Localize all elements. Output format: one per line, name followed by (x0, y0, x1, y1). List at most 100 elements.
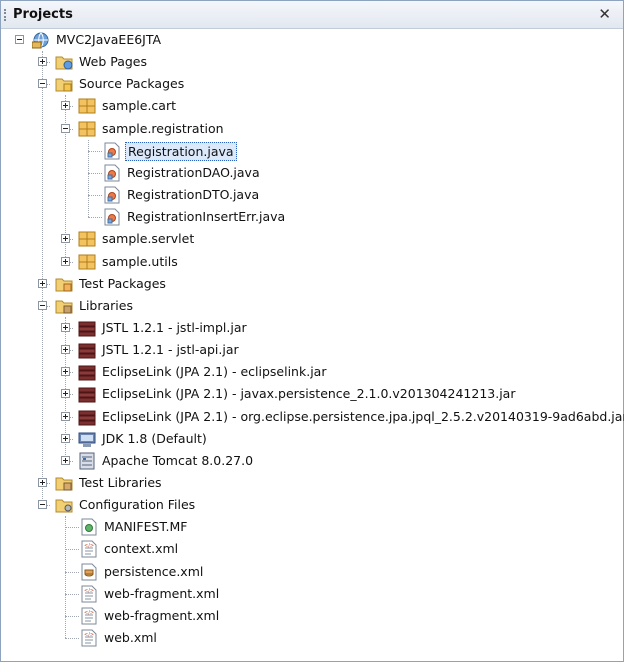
collapse-icon[interactable] (38, 500, 47, 510)
tree-branch-line (65, 527, 79, 529)
tree-item-label[interactable]: MVC2JavaEE6JTA (54, 31, 163, 48)
expand-icon[interactable] (38, 57, 47, 67)
tree-item-label[interactable]: Configuration Files (77, 496, 197, 513)
tree-branch-line (65, 549, 79, 551)
tree-item-label[interactable]: web-fragment.xml (102, 585, 221, 602)
manifest-file-icon (81, 518, 97, 536)
package-icon (78, 254, 96, 269)
tree-item-label[interactable]: Registration.java (125, 141, 237, 161)
tree-row[interactable]: </> web-fragment.xml (1, 605, 623, 627)
close-icon[interactable]: ✕ (598, 5, 611, 23)
drag-grip-icon[interactable] (4, 9, 7, 21)
tree-item-label[interactable]: Source Packages (77, 75, 186, 92)
tree-row[interactable]: sample.cart (1, 95, 623, 117)
tree-item-label[interactable]: sample.servlet (100, 230, 196, 247)
tree-item-label[interactable]: Web Pages (77, 53, 149, 70)
tree-item-label[interactable]: sample.utils (100, 253, 180, 270)
package-icon (78, 231, 96, 247)
expand-icon[interactable] (61, 455, 70, 465)
tree-item-label[interactable]: sample.registration (100, 120, 226, 137)
tree-row[interactable]: EclipseLink (JPA 2.1) - org.eclipse.pers… (1, 406, 624, 428)
xml-file-icon: </> (81, 540, 97, 558)
tree-item-label[interactable]: Libraries (77, 297, 135, 314)
expand-icon[interactable] (61, 367, 70, 377)
tree-row[interactable]: Configuration Files (1, 494, 623, 516)
tree-row[interactable]: sample.registration (1, 118, 623, 140)
collapse-icon[interactable] (38, 300, 47, 310)
expand-icon[interactable] (38, 478, 47, 487)
tree-row[interactable]: RegistrationInsertErr.java (1, 206, 623, 228)
tree-row[interactable]: Apache Tomcat 8.0.27.0 (1, 450, 623, 472)
tree-item-label[interactable]: context.xml (102, 540, 180, 557)
tree-row[interactable]: Test Libraries (1, 472, 623, 494)
jdk-icon (78, 432, 96, 447)
tree-row[interactable]: Source Packages (1, 73, 623, 95)
expand-icon[interactable] (61, 433, 70, 443)
package-icon (78, 121, 96, 137)
collapse-icon[interactable] (61, 123, 70, 133)
tree-branch-line (88, 195, 102, 197)
tree-item-label[interactable]: web-fragment.xml (102, 607, 221, 624)
tree-row[interactable]: </> context.xml (1, 538, 623, 560)
tree-item-label[interactable]: EclipseLink (JPA 2.1) - javax.persistenc… (100, 385, 517, 402)
tree-item-label[interactable]: JSTL 1.2.1 - jstl-impl.jar (100, 319, 249, 336)
test-packages-folder-icon (55, 278, 73, 292)
tree-item-label[interactable]: sample.cart (100, 97, 178, 114)
panel-title: Projects (13, 7, 73, 22)
tree-item-label[interactable]: EclipseLink (JPA 2.1) - eclipselink.jar (100, 363, 328, 380)
persistence-file-icon (81, 563, 97, 581)
xml-file-icon: </> (81, 629, 97, 647)
tree-item-label[interactable]: RegistrationInsertErr.java (125, 208, 287, 225)
expand-icon[interactable] (61, 256, 70, 266)
java-class-icon (104, 186, 120, 204)
tree-row[interactable]: MANIFEST.MF (1, 516, 623, 538)
tree-row[interactable]: </> web-fragment.xml (1, 583, 623, 605)
expand-icon[interactable] (61, 389, 70, 399)
server-icon (79, 452, 95, 470)
expand-icon[interactable] (61, 234, 70, 244)
tree-row[interactable]: MVC2JavaEE6JTA (1, 29, 623, 51)
collapse-icon[interactable] (15, 35, 24, 44)
tree-item-label[interactable]: Apache Tomcat 8.0.27.0 (100, 452, 255, 469)
expand-icon[interactable] (38, 278, 47, 288)
expand-icon[interactable] (61, 411, 70, 421)
tree-item-label[interactable]: web.xml (102, 629, 159, 646)
tree-row[interactable]: JSTL 1.2.1 - jstl-impl.jar (1, 317, 623, 339)
tree-row[interactable]: persistence.xml (1, 561, 623, 583)
tree-row[interactable]: JSTL 1.2.1 - jstl-api.jar (1, 339, 623, 361)
tree-row[interactable]: Libraries (1, 295, 623, 317)
tree-row[interactable]: </> web.xml (1, 627, 623, 649)
test-libraries-folder-icon (55, 477, 73, 491)
tree-item-label[interactable]: MANIFEST.MF (102, 518, 190, 535)
tree-row[interactable]: EclipseLink (JPA 2.1) - javax.persistenc… (1, 383, 623, 405)
tree-branch-line (65, 593, 79, 595)
tree-row[interactable]: Web Pages (1, 51, 623, 73)
projects-panel: Projects ✕ MVC2JavaEE6JTA Web Pages Source… (0, 0, 624, 662)
tree-row[interactable]: Test Packages (1, 273, 623, 295)
tree-row[interactable]: JDK 1.8 (Default) (1, 428, 623, 450)
tree-row[interactable]: EclipseLink (JPA 2.1) - eclipselink.jar (1, 361, 623, 383)
tree-row[interactable]: RegistrationDTO.java (1, 184, 623, 206)
package-icon (78, 98, 96, 114)
libraries-folder-icon (55, 300, 73, 314)
tree-branch-line (88, 172, 102, 174)
collapse-icon[interactable] (38, 79, 47, 89)
tree-row[interactable]: Registration.java (1, 140, 623, 162)
expand-icon[interactable] (61, 101, 70, 111)
expand-icon[interactable] (61, 322, 70, 332)
tree-item-label[interactable]: RegistrationDAO.java (125, 164, 262, 181)
tree-item-label[interactable]: Test Libraries (77, 474, 164, 491)
tree-item-label[interactable]: Test Packages (77, 275, 168, 292)
tree-item-label[interactable]: RegistrationDTO.java (125, 186, 261, 203)
tree-item-label[interactable]: JDK 1.8 (Default) (100, 430, 209, 447)
tree-item-label[interactable]: persistence.xml (102, 563, 205, 580)
tree-item-label[interactable]: JSTL 1.2.1 - jstl-api.jar (100, 341, 241, 358)
tree-row[interactable]: sample.utils (1, 251, 623, 273)
web-pages-folder-icon (55, 56, 73, 70)
tree-item-label[interactable]: EclipseLink (JPA 2.1) - org.eclipse.pers… (100, 408, 624, 425)
java-class-icon (104, 164, 120, 182)
tree-row[interactable]: RegistrationDAO.java (1, 162, 623, 184)
expand-icon[interactable] (61, 345, 70, 355)
configuration-folder-icon (55, 499, 73, 513)
tree-row[interactable]: sample.servlet (1, 228, 623, 250)
